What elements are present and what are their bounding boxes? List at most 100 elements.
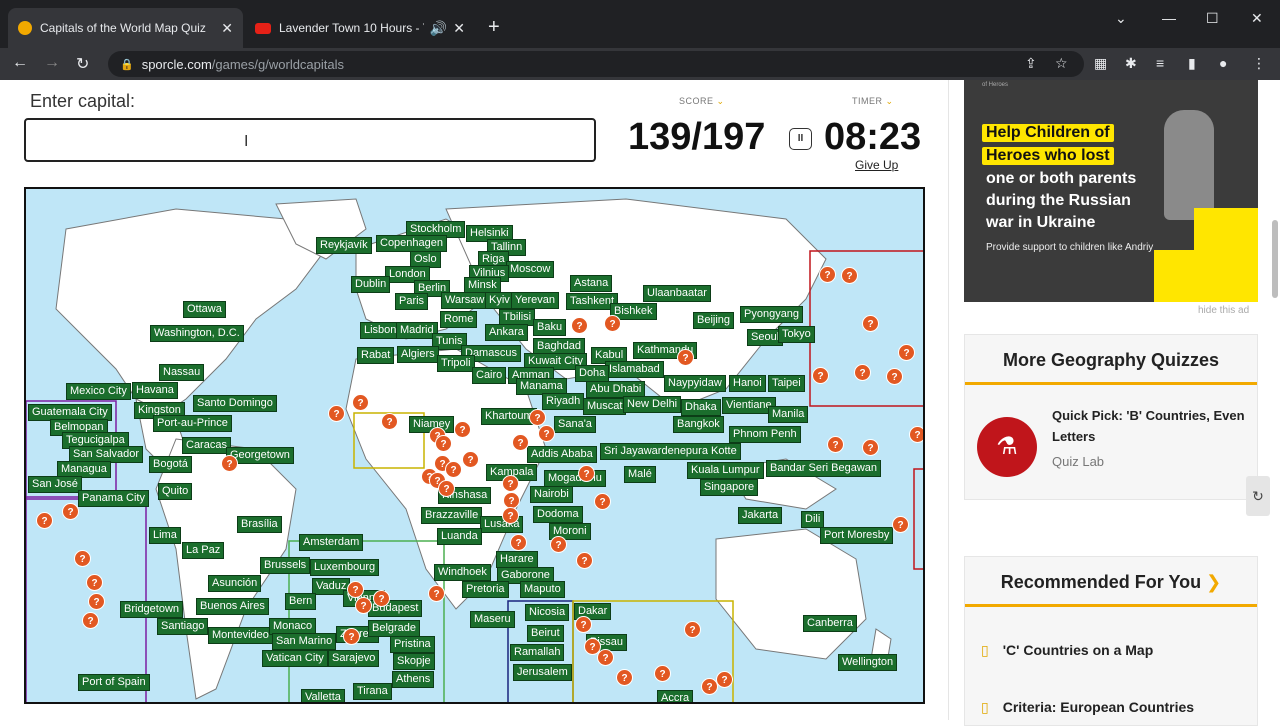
menu-kebab-icon[interactable]: ⋮: [1252, 55, 1266, 72]
capital-label: Amsterdam: [299, 534, 364, 551]
recommended-item[interactable]: ▯ 'C' Countries on a Map: [981, 642, 1153, 659]
close-tab-icon[interactable]: ✕: [221, 20, 233, 37]
capital-answer-input[interactable]: [24, 118, 596, 162]
question-pin-icon[interactable]: ?: [597, 649, 614, 666]
question-pin-icon[interactable]: ?: [88, 593, 105, 610]
extension-icon[interactable]: ▦: [1094, 55, 1107, 72]
question-pin-icon[interactable]: ?: [550, 536, 567, 553]
question-pin-icon[interactable]: ?: [677, 349, 694, 366]
timer-label[interactable]: TIMER ⌄: [852, 96, 894, 107]
quick-pick-link[interactable]: Quick Pick: 'B' Countries, Even Letters: [1052, 405, 1250, 447]
question-pin-icon[interactable]: ?: [604, 315, 621, 332]
question-pin-icon[interactable]: ?: [812, 367, 829, 384]
question-pin-icon[interactable]: ?: [435, 435, 452, 452]
question-pin-icon[interactable]: ?: [827, 436, 844, 453]
recommended-item[interactable]: ▯ Criteria: European Countries: [981, 699, 1194, 716]
capital-label: Port-au-Prince: [153, 415, 232, 432]
refresh-icon[interactable]: ↻: [1246, 476, 1270, 516]
question-pin-icon[interactable]: ?: [428, 585, 445, 602]
question-pin-icon[interactable]: ?: [445, 461, 462, 478]
profile-avatar-icon[interactable]: ●: [1219, 55, 1227, 71]
maximize-icon[interactable]: ☐: [1206, 10, 1219, 27]
recommended-title[interactable]: Recommended For You ❯: [965, 557, 1257, 607]
tab-title: Capitals of the World Map Quiz: [40, 21, 206, 35]
capital-label: Kuala Lumpur: [687, 462, 764, 479]
question-pin-icon[interactable]: ?: [221, 455, 238, 472]
question-pin-icon[interactable]: ?: [512, 434, 529, 451]
question-pin-icon[interactable]: ?: [819, 266, 836, 283]
world-map[interactable]: Stockholm Helsinki Reykjavík Copenhagen Tall…: [24, 187, 925, 704]
capital-label: Ottawa: [183, 301, 226, 318]
question-pin-icon[interactable]: ?: [74, 550, 91, 567]
tab-search-chevron-icon[interactable]: ⌄: [1115, 10, 1127, 27]
new-tab-icon[interactable]: +: [488, 16, 500, 39]
question-pin-icon[interactable]: ?: [892, 516, 909, 533]
capital-label: Kyiv: [485, 292, 514, 309]
question-pin-icon[interactable]: ?: [502, 507, 519, 524]
flask-icon[interactable]: ⚗: [977, 417, 1037, 477]
question-pin-icon[interactable]: ?: [684, 621, 701, 638]
question-pin-icon[interactable]: ?: [578, 465, 595, 482]
question-pin-icon[interactable]: ?: [454, 421, 471, 438]
forward-arrow-icon[interactable]: →: [44, 54, 60, 72]
question-pin-icon[interactable]: ?: [862, 315, 879, 332]
page-scrollbar[interactable]: [1272, 220, 1278, 298]
share-icon[interactable]: ⇪: [1025, 55, 1037, 72]
question-pin-icon[interactable]: ?: [862, 439, 879, 456]
address-bar[interactable]: 🔒 sporcle.com/games/g/worldcapitals: [108, 51, 1084, 77]
give-up-link[interactable]: Give Up: [855, 158, 898, 172]
capital-label: Luxembourg: [310, 559, 380, 576]
close-tab-icon[interactable]: ✕: [453, 20, 465, 37]
tab-sporcle[interactable]: Capitals of the World Map Quiz ✕: [8, 8, 243, 48]
question-pin-icon[interactable]: ?: [355, 597, 372, 614]
puzzle-icon[interactable]: ✱: [1125, 55, 1137, 72]
question-pin-icon[interactable]: ?: [898, 344, 915, 361]
question-pin-icon[interactable]: ?: [82, 612, 99, 629]
question-pin-icon[interactable]: ?: [347, 581, 364, 598]
question-pin-icon[interactable]: ?: [36, 512, 53, 529]
question-pin-icon[interactable]: ?: [343, 628, 360, 645]
speaker-icon[interactable]: 🔊: [430, 20, 447, 37]
question-pin-icon[interactable]: ?: [62, 503, 79, 520]
question-pin-icon[interactable]: ?: [841, 267, 858, 284]
question-pin-icon[interactable]: ?: [654, 665, 671, 682]
quiz-author[interactable]: Quiz Lab: [1052, 454, 1104, 469]
media-icon[interactable]: ≡: [1156, 55, 1164, 71]
sidebar-divider: [948, 80, 949, 720]
advertisement[interactable]: of Heroes Help Children of Heroes who lo…: [964, 80, 1258, 302]
question-pin-icon[interactable]: ?: [373, 590, 390, 607]
question-pin-icon[interactable]: ?: [886, 368, 903, 385]
star-icon[interactable]: ☆: [1055, 55, 1068, 72]
score-label[interactable]: SCORE ⌄: [679, 96, 725, 107]
question-pin-icon[interactable]: ?: [462, 451, 479, 468]
question-pin-icon[interactable]: ?: [576, 552, 593, 569]
capital-label: Manila: [768, 406, 809, 423]
question-pin-icon[interactable]: ?: [594, 493, 611, 510]
question-pin-icon[interactable]: ?: [510, 534, 527, 551]
question-pin-icon[interactable]: ?: [438, 480, 455, 497]
question-pin-icon[interactable]: ?: [381, 413, 398, 430]
hide-ad-link[interactable]: hide this ad: [1198, 305, 1249, 316]
pause-button[interactable]: II: [789, 128, 812, 150]
question-pin-icon[interactable]: ?: [529, 409, 546, 426]
back-arrow-icon[interactable]: ←: [12, 54, 28, 72]
question-pin-icon[interactable]: ?: [328, 405, 345, 422]
question-pin-icon[interactable]: ?: [909, 426, 923, 443]
question-pin-icon[interactable]: ?: [502, 475, 519, 492]
close-window-icon[interactable]: ✕: [1251, 10, 1263, 27]
question-pin-icon[interactable]: ?: [352, 394, 369, 411]
capital-label: Luanda: [437, 528, 482, 545]
question-pin-icon[interactable]: ?: [854, 364, 871, 381]
capital-label: Skopje: [393, 653, 435, 670]
minimize-icon[interactable]: —: [1162, 10, 1176, 26]
capital-label: Ramallah: [510, 644, 565, 661]
question-pin-icon[interactable]: ?: [538, 425, 555, 442]
tab-youtube[interactable]: Lavender Town 10 Hours - Yo 🔊 ✕: [245, 8, 475, 48]
sidepanel-icon[interactable]: ▮: [1188, 55, 1196, 72]
question-pin-icon[interactable]: ?: [716, 671, 733, 688]
question-pin-icon[interactable]: ?: [86, 574, 103, 591]
question-pin-icon[interactable]: ?: [616, 669, 633, 686]
reload-icon[interactable]: ↻: [76, 54, 89, 74]
question-pin-icon[interactable]: ?: [571, 317, 588, 334]
question-pin-icon[interactable]: ?: [575, 616, 592, 633]
